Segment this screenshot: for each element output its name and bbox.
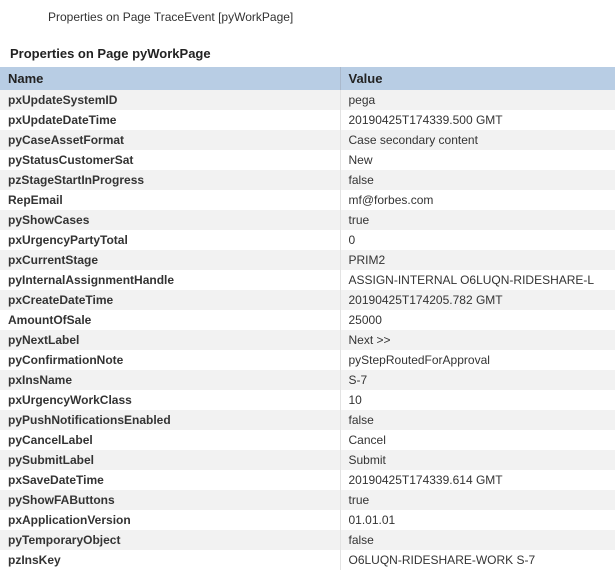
table-row: pxApplicationVersion01.01.01 (0, 510, 615, 530)
table-row: pxUrgencyPartyTotal0 (0, 230, 615, 250)
table-row: pyShowCasestrue (0, 210, 615, 230)
table-row: pxCreateDateTime20190425T174205.782 GMT (0, 290, 615, 310)
table-row: pzStageStartInProgressfalse (0, 170, 615, 190)
property-name: pxUrgencyWorkClass (0, 390, 340, 410)
property-name: pxApplicationVersion (0, 510, 340, 530)
property-value: mf@forbes.com (340, 190, 615, 210)
table-row: pyInternalAssignmentHandleASSIGN-INTERNA… (0, 270, 615, 290)
table-row: pxInsNameS-7 (0, 370, 615, 390)
property-name: pxSaveDateTime (0, 470, 340, 490)
property-name: pxCreateDateTime (0, 290, 340, 310)
table-row: RepEmailmf@forbes.com (0, 190, 615, 210)
property-name: pzStageStartInProgress (0, 170, 340, 190)
property-value: false (340, 170, 615, 190)
property-name: pxCurrentStage (0, 250, 340, 270)
property-value: pega (340, 90, 615, 110)
property-value: 20190425T174205.782 GMT (340, 290, 615, 310)
property-value: false (340, 410, 615, 430)
properties-scroll-pane[interactable]: Properties on Page TraceEvent [pyWorkPag… (0, 0, 615, 575)
property-name: pxUpdateDateTime (0, 110, 340, 130)
table-row: pyPushNotificationsEnabledfalse (0, 410, 615, 430)
property-name: pyTemporaryObject (0, 530, 340, 550)
table-row: pyTemporaryObjectfalse (0, 530, 615, 550)
property-value: PRIM2 (340, 250, 615, 270)
property-value: ASSIGN-INTERNAL O6LUQN-RIDESHARE-L (340, 270, 615, 290)
section-title: Properties on Page pyWorkPage (0, 46, 615, 67)
property-value: pyStepRoutedForApproval (340, 350, 615, 370)
table-row: pyCaseAssetFormatCase secondary content (0, 130, 615, 150)
property-name: pxUpdateSystemID (0, 90, 340, 110)
table-row: pxCurrentStagePRIM2 (0, 250, 615, 270)
table-row: pyShowFAButtonstrue (0, 490, 615, 510)
property-value: Case secondary content (340, 130, 615, 150)
property-value: Next >> (340, 330, 615, 350)
property-name: pzInsKey (0, 550, 340, 570)
property-value: 10 (340, 390, 615, 410)
page-title: Properties on Page TraceEvent [pyWorkPag… (0, 0, 615, 46)
table-row: pySubmitLabelSubmit (0, 450, 615, 470)
column-header-name[interactable]: Name (0, 67, 340, 90)
table-row: pxSaveDateTime20190425T174339.614 GMT (0, 470, 615, 490)
property-value: true (340, 490, 615, 510)
property-value: 20190425T174339.500 GMT (340, 110, 615, 130)
property-value: true (340, 210, 615, 230)
property-value: false (340, 530, 615, 550)
property-name: RepEmail (0, 190, 340, 210)
property-value: 0 (340, 230, 615, 250)
property-name: pyInternalAssignmentHandle (0, 270, 340, 290)
property-value: 20190425T174339.614 GMT (340, 470, 615, 490)
property-name: pyCaseAssetFormat (0, 130, 340, 150)
property-value: 25000 (340, 310, 615, 330)
property-value: S-7 (340, 370, 615, 390)
table-row: pyConfirmationNotepyStepRoutedForApprova… (0, 350, 615, 370)
table-row: pxUpdateSystemIDpega (0, 90, 615, 110)
table-row: AmountOfSale25000 (0, 310, 615, 330)
property-name: pyCancelLabel (0, 430, 340, 450)
property-name: pyStatusCustomerSat (0, 150, 340, 170)
property-name: pyShowFAButtons (0, 490, 340, 510)
property-name: AmountOfSale (0, 310, 340, 330)
property-name: pyNextLabel (0, 330, 340, 350)
column-header-value[interactable]: Value (340, 67, 615, 90)
table-row: pyNextLabelNext >> (0, 330, 615, 350)
property-value: Submit (340, 450, 615, 470)
table-row: pyCancelLabelCancel (0, 430, 615, 450)
property-name: pxInsName (0, 370, 340, 390)
property-name: pyPushNotificationsEnabled (0, 410, 340, 430)
property-name: pyConfirmationNote (0, 350, 340, 370)
property-name: pxUrgencyPartyTotal (0, 230, 340, 250)
property-name: pySubmitLabel (0, 450, 340, 470)
table-row: pzInsKeyO6LUQN-RIDESHARE-WORK S-7 (0, 550, 615, 570)
property-name: pyShowCases (0, 210, 340, 230)
table-row: pxUpdateDateTime20190425T174339.500 GMT (0, 110, 615, 130)
properties-table: Name Value pxUpdateSystemIDpegapxUpdateD… (0, 67, 615, 570)
table-row: pyStatusCustomerSatNew (0, 150, 615, 170)
property-value: 01.01.01 (340, 510, 615, 530)
table-row: pxUrgencyWorkClass10 (0, 390, 615, 410)
property-value: New (340, 150, 615, 170)
property-value: O6LUQN-RIDESHARE-WORK S-7 (340, 550, 615, 570)
property-value: Cancel (340, 430, 615, 450)
